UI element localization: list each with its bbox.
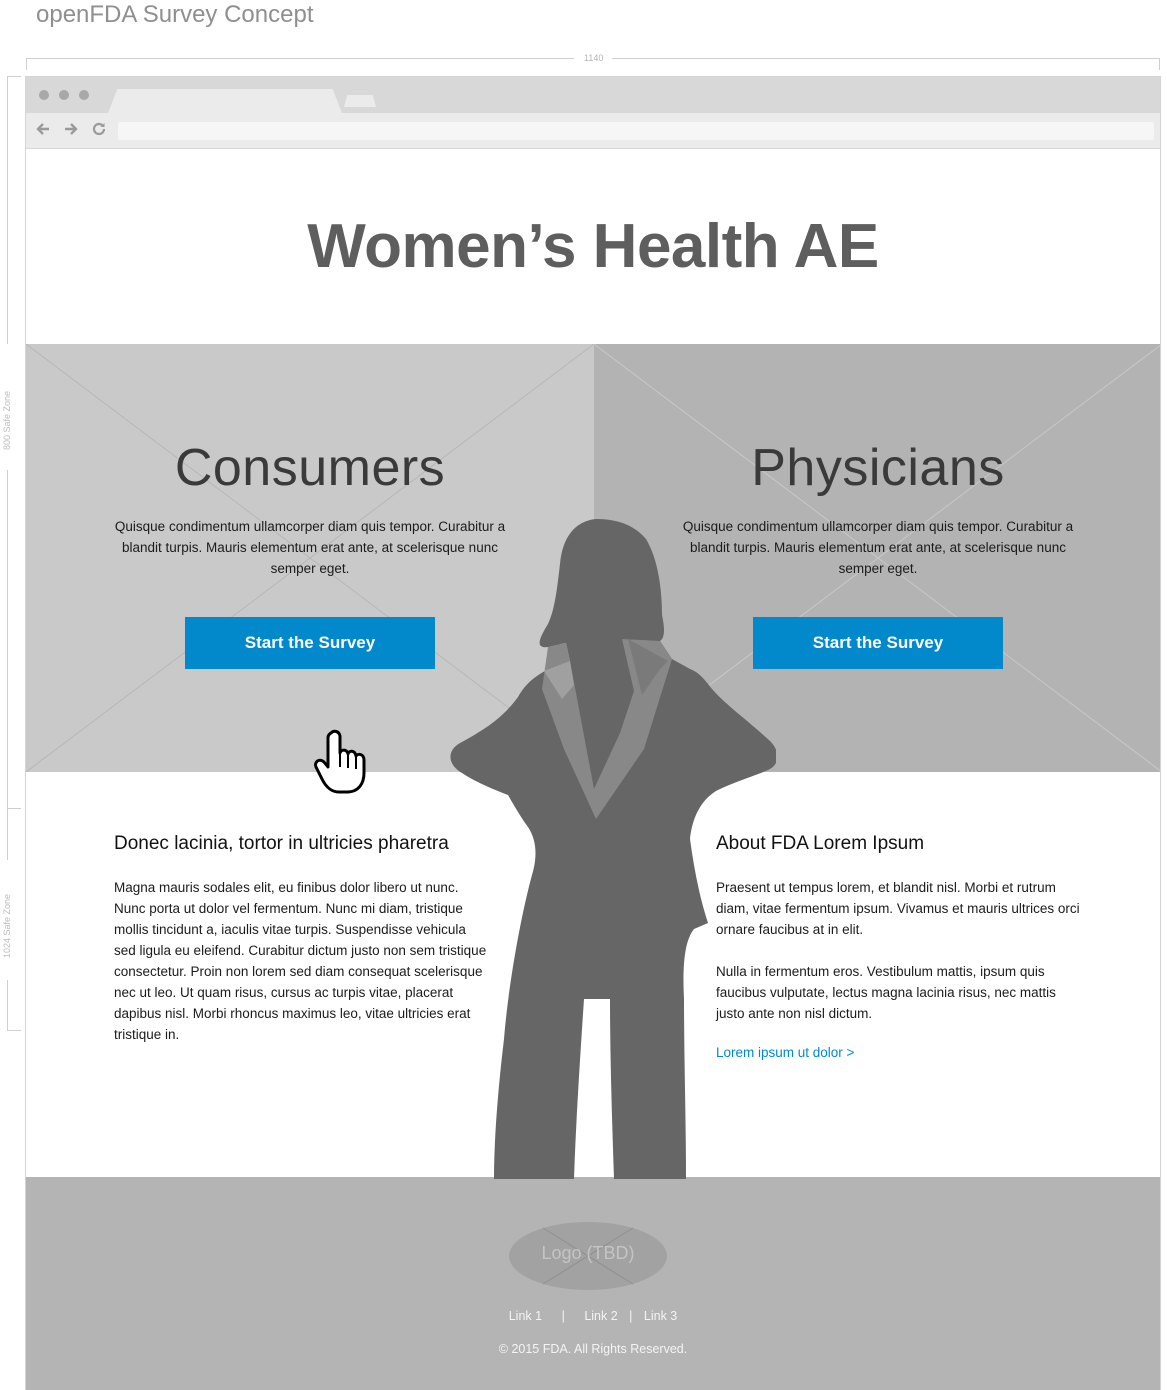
footer-link-3[interactable]: Link 3 [644,1309,677,1323]
safe-zone-1024-tick [7,1030,21,1031]
footer-links: Link 1 | Link 2 | Link 3 [26,1309,1160,1323]
ruler-tick-left [26,58,27,70]
footer-separator: | [561,1309,565,1323]
safe-zone-800-line-bottom [7,470,8,808]
browser-new-tab[interactable] [344,95,376,107]
ruler-tick-right [1159,58,1160,70]
safe-zone-800-end-tick [7,808,21,809]
safe-zone-1024-line-bottom [7,980,8,1030]
window-dot-maximize[interactable] [79,90,89,100]
footer-link-1[interactable]: Link 1 [509,1309,542,1323]
ruler-line-right [612,58,1160,59]
window-dot-close[interactable] [39,90,49,100]
left-section-heading: Donec lacinia, tortor in ultricies phare… [114,833,449,854]
hand-pointer-icon [314,729,366,794]
window-dot-minimize[interactable] [59,90,69,100]
ruler-width-label: 1140 [584,53,604,63]
copyright-text: © 2015 FDA. All Rights Reserved. [498,1342,688,1356]
footer-separator: | [629,1309,633,1323]
concept-title: openFDA Survey Concept [36,1,314,28]
back-arrow-icon[interactable] [34,121,52,139]
safe-zone-1024-line-top [7,808,8,860]
safe-zone-800-tick [7,76,21,77]
physicians-start-survey-button[interactable]: Start the Survey [753,617,1003,669]
footer-link-2[interactable]: Link 2 [584,1309,617,1323]
ruler-line-left [26,58,574,59]
reload-icon[interactable] [90,121,108,139]
forward-arrow-icon[interactable] [62,121,80,139]
page-title: Women’s Health AE [307,212,879,281]
safe-zone-800-label: 800 Safe Zone [2,390,12,450]
physicians-title: Physicians [751,439,1005,497]
footer: Logo (TBD) Link 1 | Link 2 | Link 3 © 20… [26,1177,1160,1390]
consumers-title: Consumers [174,439,446,497]
browser-tab-strip [26,77,1160,113]
consumers-start-survey-button[interactable]: Start the Survey [185,617,435,669]
safe-zone-800-line-top [7,76,8,344]
safe-zone-1024-label: 1024 Safe Zone [2,893,12,958]
address-bar[interactable] [118,122,1154,140]
browser-window: Women’s Health AE Consumers Quisque cond… [25,76,1161,1390]
logo-label: Logo (TBD) [541,1243,635,1263]
woman-silhouette [450,519,776,1179]
browser-tab-active[interactable] [108,89,342,113]
